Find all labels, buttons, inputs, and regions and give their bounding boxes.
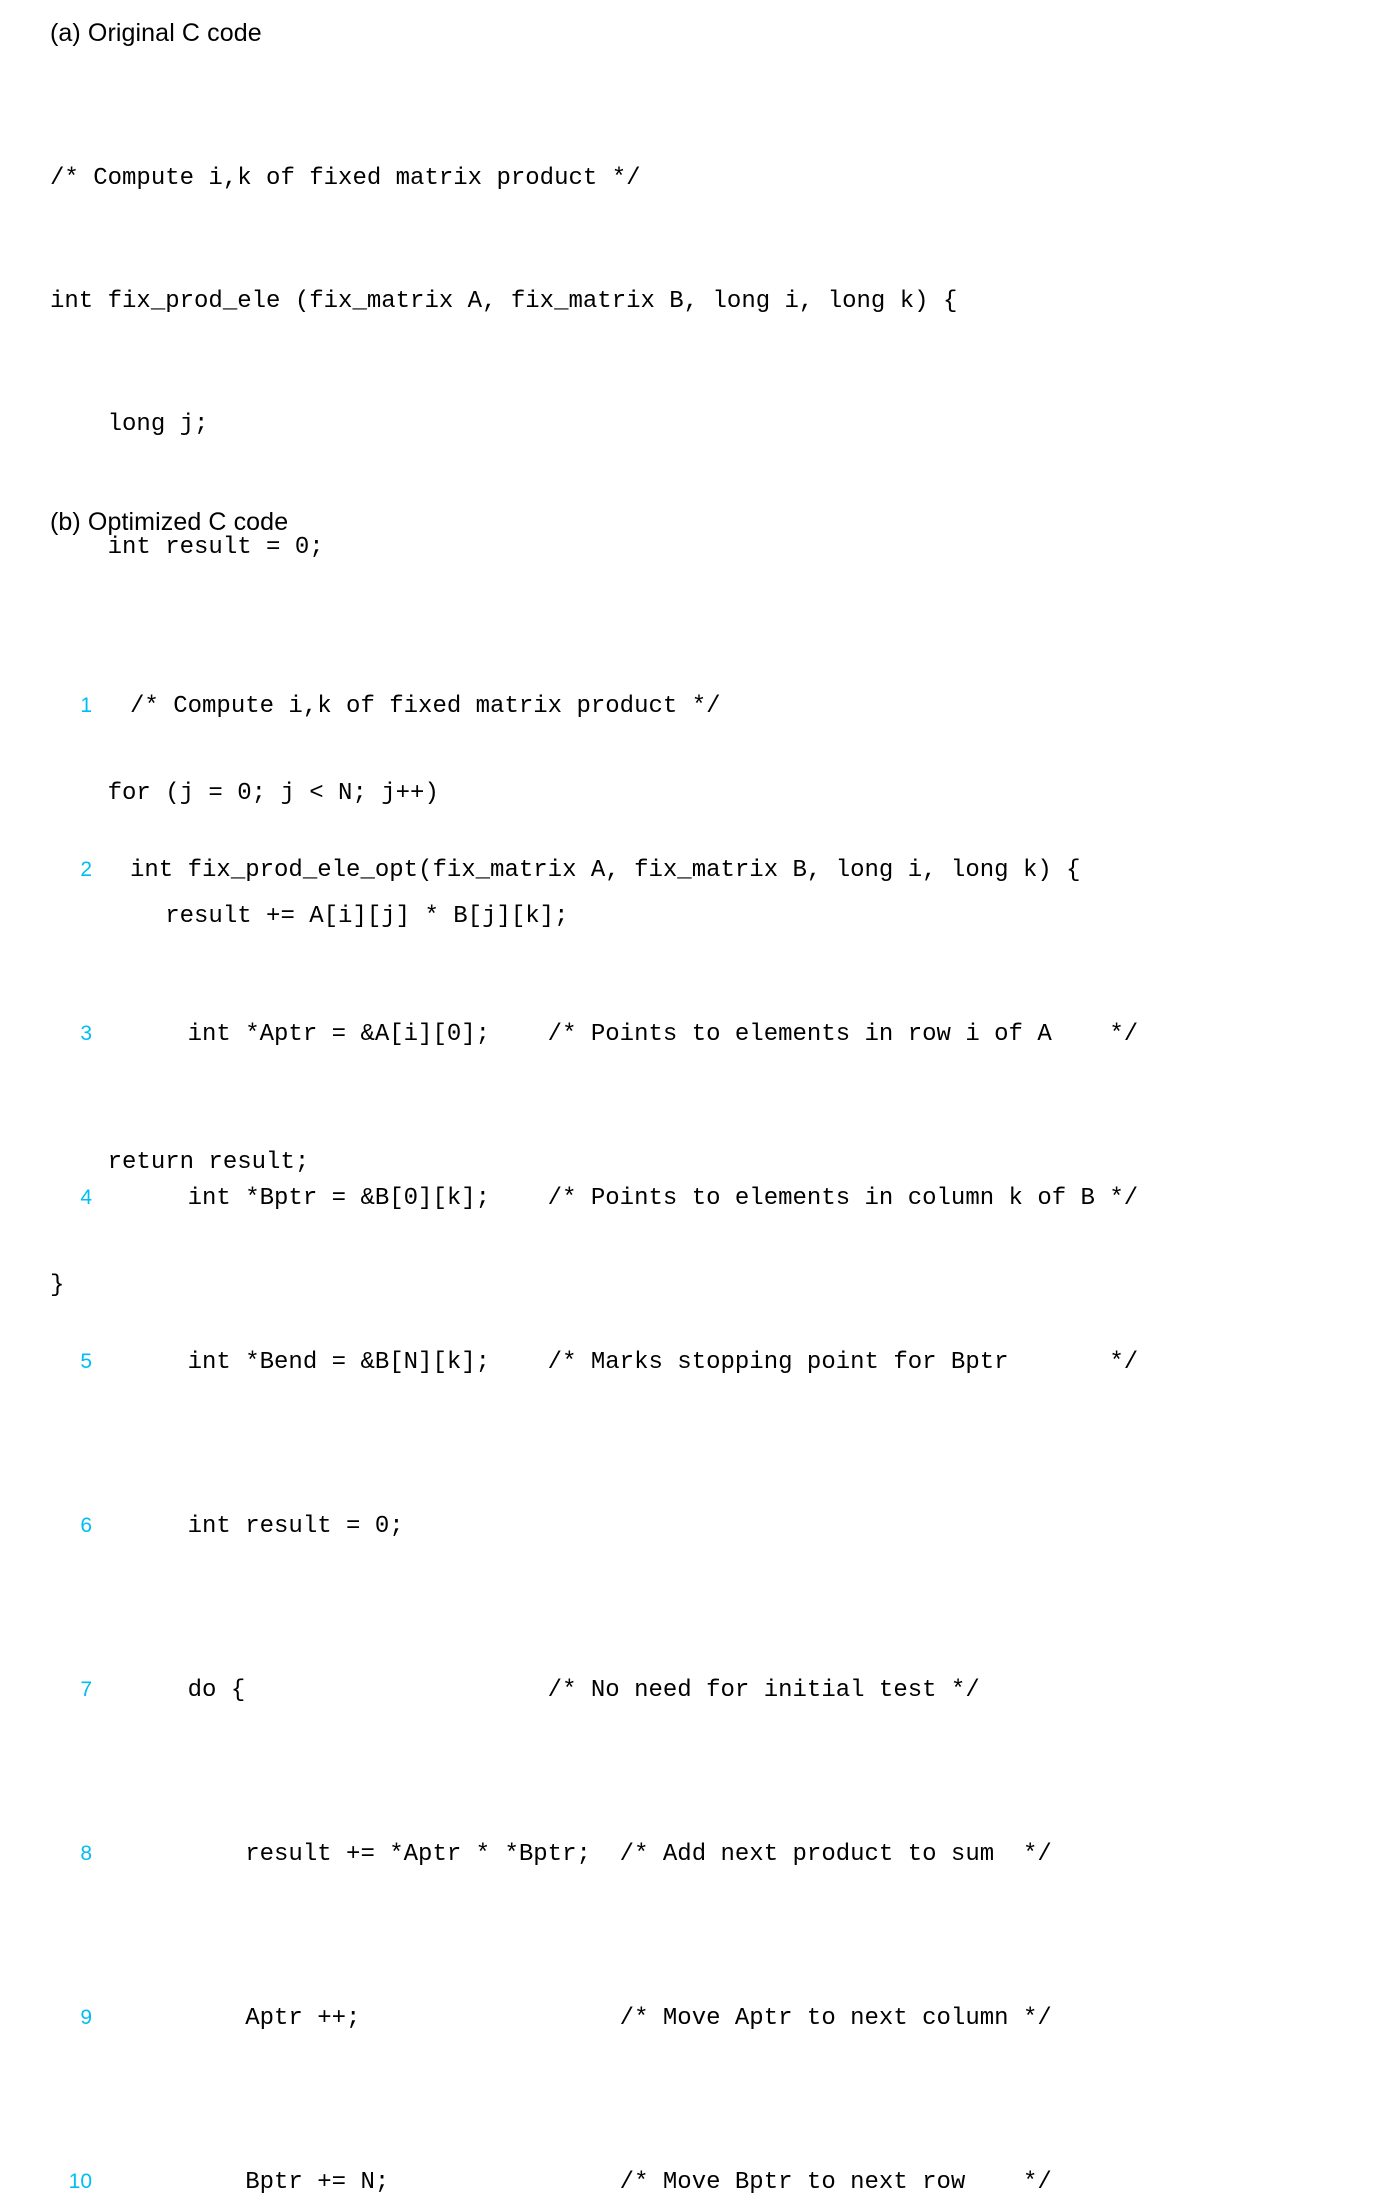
- code-line-numbered: 8 result += *Aptr * *Bptr; /* Add next p…: [50, 1833, 1138, 1874]
- section-b-heading: (b) Optimized C code: [50, 508, 289, 536]
- code-line-numbered: 4 int *Bptr = &B[0][k]; /* Points to ele…: [50, 1177, 1138, 1218]
- code-line-numbered: 3 int *Aptr = &A[i][0]; /* Points to ele…: [50, 1013, 1138, 1054]
- line-number: 5: [80, 1350, 92, 1373]
- code-line-source: int result = 0;: [130, 1513, 404, 1540]
- code-line-source: /* Compute i,k of fixed matrix product *…: [130, 693, 721, 720]
- code-line-source: Bptr += N; /* Move Bptr to next row */: [130, 2169, 1052, 2196]
- code-line-source: int *Bend = &B[N][k]; /* Marks stopping …: [130, 1349, 1139, 1376]
- code-line: int fix_prod_ele (fix_matrix A, fix_matr…: [50, 288, 958, 315]
- line-number: 1: [80, 694, 92, 717]
- code-line-source: result += *Aptr * *Bptr; /* Add next pro…: [130, 1841, 1052, 1868]
- code-line-source: int *Aptr = &A[i][0]; /* Points to eleme…: [130, 1021, 1139, 1048]
- line-number: 10: [68, 2170, 92, 2193]
- code-line-numbered: 7 do { /* No need for initial test */: [50, 1669, 1138, 1710]
- line-number: 7: [80, 1678, 92, 1701]
- code-line-numbered: 10 Bptr += N; /* Move Bptr to next row *…: [50, 2161, 1138, 2202]
- line-number: 4: [80, 1186, 92, 1209]
- code-line-numbered: 6 int result = 0;: [50, 1505, 1138, 1546]
- section-a-heading: (a) Original C code: [50, 19, 262, 47]
- code-line-numbered: 5 int *Bend = &B[N][k]; /* Marks stoppin…: [50, 1341, 1138, 1382]
- code-line-source: do { /* No need for initial test */: [130, 1677, 980, 1704]
- code-line-numbered: 2 int fix_prod_ele_opt(fix_matrix A, fix…: [50, 849, 1138, 890]
- line-number: 9: [80, 2006, 92, 2029]
- code-line: long j;: [50, 411, 209, 438]
- code-line-source: Aptr ++; /* Move Aptr to next column */: [130, 2005, 1052, 2032]
- code-line-source: int *Bptr = &B[0][k]; /* Points to eleme…: [130, 1185, 1139, 1212]
- code-line-numbered: 1 /* Compute i,k of fixed matrix product…: [50, 685, 1138, 726]
- code-line-numbered: 9 Aptr ++; /* Move Aptr to next column *…: [50, 1997, 1138, 2038]
- code-listing-page: (a) Original C code /* Compute i,k of fi…: [0, 0, 1400, 2196]
- line-number: 3: [80, 1022, 92, 1045]
- line-number: 6: [80, 1514, 92, 1537]
- line-number: 2: [80, 858, 92, 881]
- code-line-source: int fix_prod_ele_opt(fix_matrix A, fix_m…: [130, 857, 1081, 884]
- optimized-c-code-block: 1 /* Compute i,k of fixed matrix product…: [50, 562, 1139, 2212]
- code-line: /* Compute i,k of fixed matrix product *…: [50, 165, 641, 192]
- line-number: 8: [80, 1842, 92, 1865]
